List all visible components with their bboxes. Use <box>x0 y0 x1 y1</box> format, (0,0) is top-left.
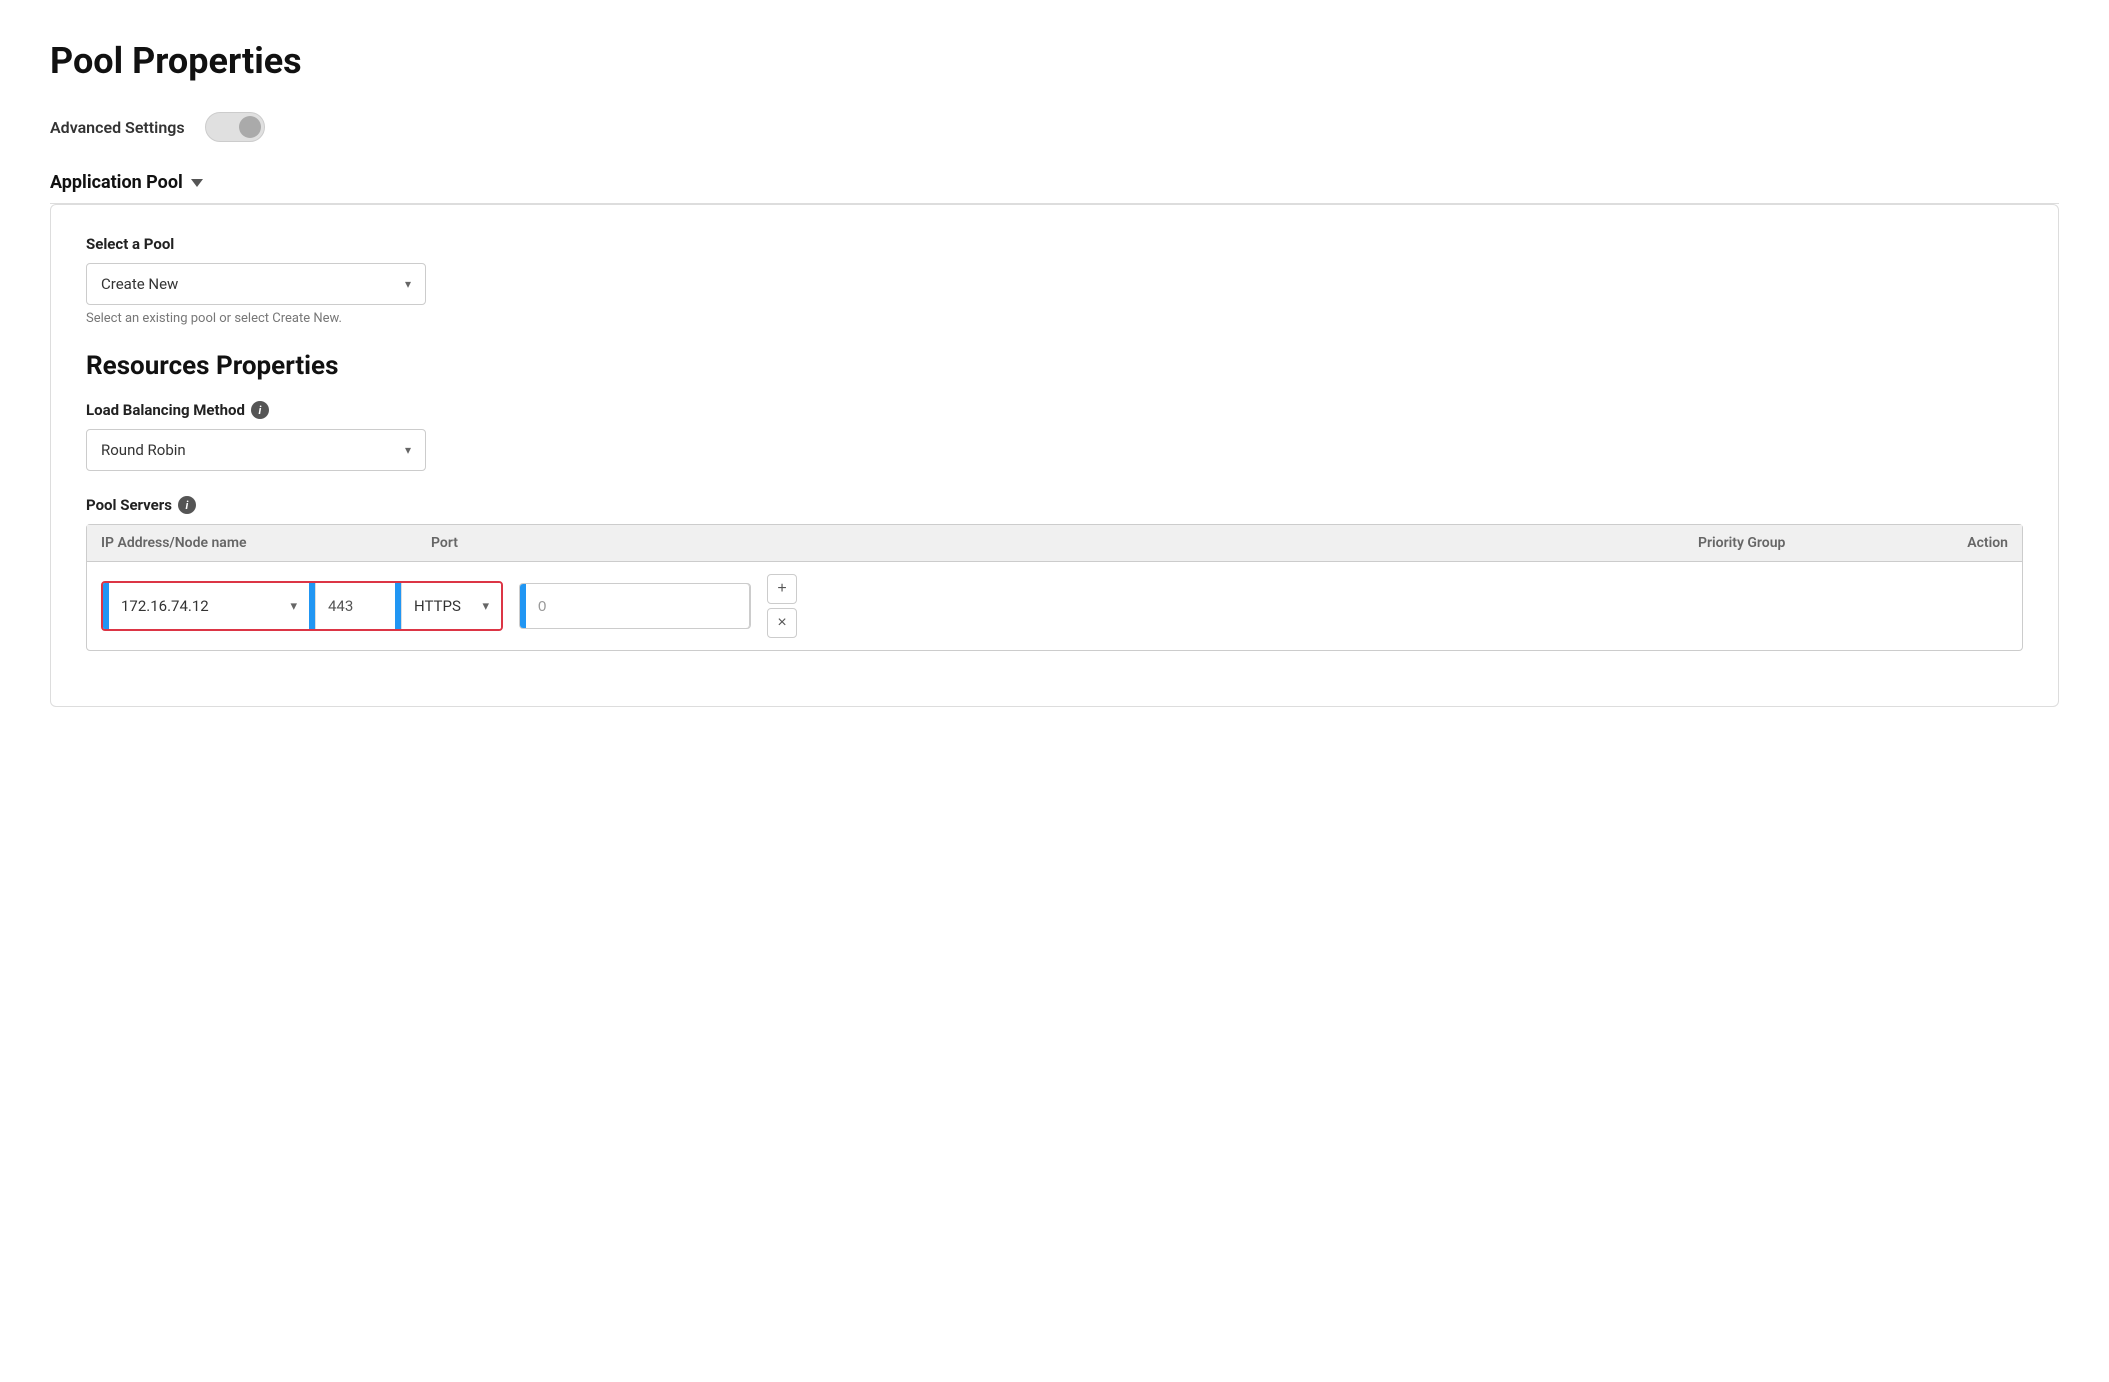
protocol-value: HTTPS <box>414 597 461 615</box>
select-pool-chevron-icon: ▾ <box>405 277 411 291</box>
select-pool-label: Select a Pool <box>86 235 2023 253</box>
load-balancing-info-icon[interactable]: i <box>251 401 269 419</box>
priority-group-cell <box>519 583 751 629</box>
advanced-settings-label: Advanced Settings <box>50 118 185 137</box>
load-balancing-dropdown[interactable]: Round Robin ▾ <box>86 429 426 471</box>
add-row-button[interactable]: + <box>767 574 797 604</box>
select-pool-group: Select a Pool Create New ▾ Select an exi… <box>86 235 2023 326</box>
remove-row-button[interactable]: × <box>767 608 797 638</box>
select-pool-value: Create New <box>101 275 178 293</box>
port-input[interactable]: 443 <box>315 583 395 629</box>
page-title: Pool Properties <box>50 40 2059 82</box>
ip-chevron-icon: ▾ <box>290 599 297 614</box>
application-pool-title: Application Pool <box>50 172 183 193</box>
pool-servers-label: Pool Servers i <box>86 496 2023 514</box>
ip-port-protocol-group: 172.16.74.12 ▾ 443 HTTPS <box>101 581 503 631</box>
load-balancing-chevron-icon: ▾ <box>405 443 411 457</box>
application-pool-section-header: Application Pool <box>50 172 2059 204</box>
table-row: 172.16.74.12 ▾ 443 HTTPS <box>101 574 2008 638</box>
load-balancing-label: Load Balancing Method i <box>86 401 2023 419</box>
col-priority-header: Priority Group <box>1698 535 1918 551</box>
resources-properties-title: Resources Properties <box>86 351 2023 381</box>
ip-address-value: 172.16.74.12 <box>121 597 209 615</box>
col-ip-header: IP Address/Node name <box>101 535 421 551</box>
action-cell: + × <box>767 574 797 638</box>
priority-input[interactable] <box>526 583 750 629</box>
col-action-header: Action <box>1928 535 2008 551</box>
application-pool-card: Select a Pool Create New ▾ Select an exi… <box>50 204 2059 707</box>
select-pool-dropdown[interactable]: Create New ▾ <box>86 263 426 305</box>
advanced-settings-row: Advanced Settings <box>50 112 2059 142</box>
port-value: 443 <box>328 597 353 615</box>
application-pool-chevron-icon[interactable] <box>191 179 203 187</box>
protocol-dropdown[interactable]: HTTPS ▾ <box>401 583 501 629</box>
pool-table-header: IP Address/Node name Port Priority Group… <box>87 525 2022 562</box>
load-balancing-group: Load Balancing Method i Round Robin ▾ <box>86 401 2023 471</box>
pool-table-body: 172.16.74.12 ▾ 443 HTTPS <box>87 562 2022 650</box>
advanced-settings-toggle[interactable] <box>205 112 265 142</box>
pool-servers-info-icon[interactable]: i <box>178 496 196 514</box>
col-port-header: Port <box>431 535 1688 551</box>
select-pool-hint: Select an existing pool or select Create… <box>86 311 2023 326</box>
protocol-chevron-icon: ▾ <box>482 599 489 614</box>
pool-servers-group: Pool Servers i IP Address/Node name Port… <box>86 496 2023 651</box>
ip-address-dropdown[interactable]: 172.16.74.12 ▾ <box>109 583 309 629</box>
toggle-knob <box>239 116 261 138</box>
pool-servers-table: IP Address/Node name Port Priority Group… <box>86 524 2023 651</box>
load-balancing-value: Round Robin <box>101 441 186 459</box>
